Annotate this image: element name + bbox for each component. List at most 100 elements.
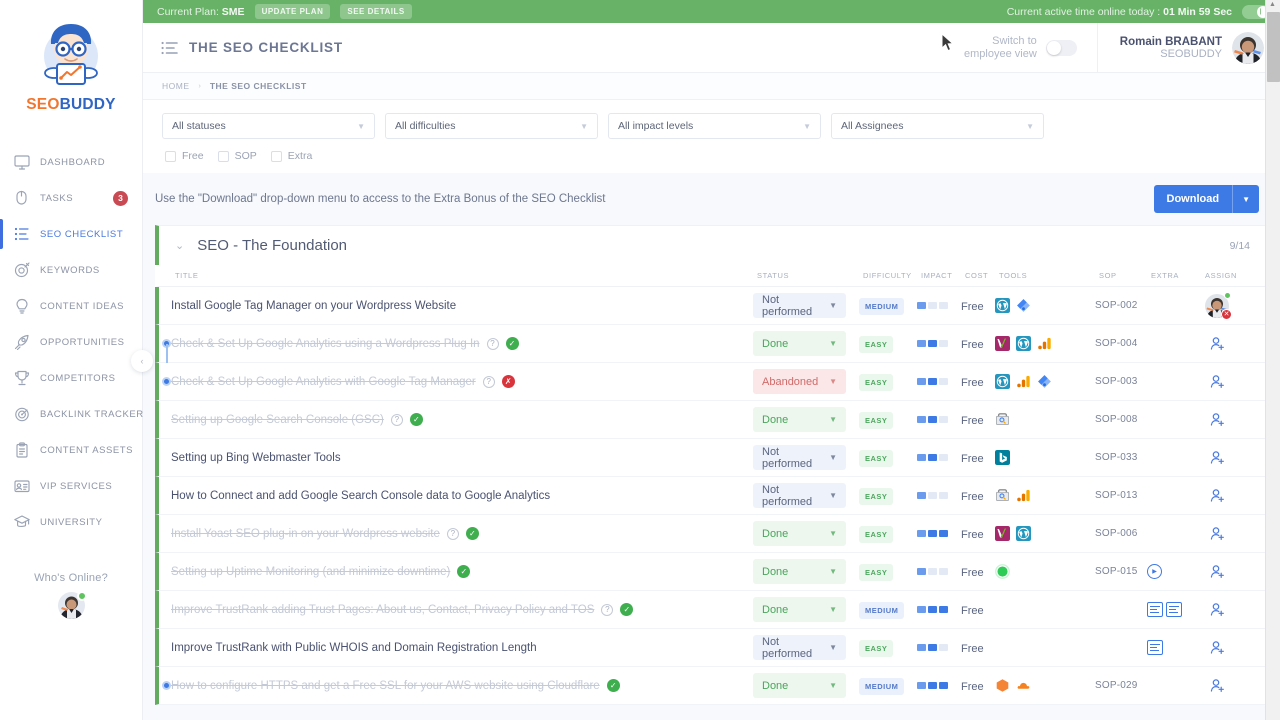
table-row[interactable]: Setting up Bing Webmaster Tools Not perfo… (155, 439, 1268, 477)
sidebar-collapse-button[interactable]: ‹ (131, 350, 153, 372)
assign-user-icon[interactable] (1210, 336, 1225, 351)
sop-code[interactable]: SOP-013 (1095, 490, 1138, 501)
play-video-icon[interactable]: ▶ (1147, 564, 1162, 579)
status-dropdown[interactable]: Abandoned▼ (753, 369, 846, 394)
page-scrollbar[interactable]: ▲ (1265, 0, 1280, 720)
status-dropdown[interactable]: Done▼ (753, 521, 846, 546)
assigned-user-avatar[interactable]: ✕ (1205, 294, 1229, 318)
assign-user-icon[interactable] (1210, 678, 1225, 693)
filter-checkbox-sop[interactable]: SOP (218, 150, 257, 162)
sidebar-item-dashboard[interactable]: DASHBOARD (0, 144, 142, 180)
row-title[interactable]: Setting up Uptime Monitoring (and minimi… (171, 566, 450, 578)
table-row[interactable]: Install Google Tag Manager on your Wordp… (155, 287, 1268, 325)
help-icon[interactable]: ? (487, 338, 499, 350)
employee-view-switch[interactable]: Switch to employee view (944, 23, 1098, 73)
assign-user-icon[interactable] (1210, 526, 1225, 541)
table-row[interactable]: Improve TrustRank adding Trust Pages: Ab… (155, 591, 1268, 629)
row-title[interactable]: Install Google Tag Manager on your Wordp… (171, 300, 456, 312)
sidebar-item-tasks[interactable]: TASKS3 (0, 180, 142, 216)
row-title[interactable]: Install Yoast SEO plug-in on your Wordpr… (171, 528, 440, 540)
filter-checkbox-extra[interactable]: Extra (271, 150, 313, 162)
see-details-button[interactable]: SEE DETAILS (340, 4, 411, 19)
scroll-up-arrow[interactable]: ▲ (1269, 1, 1276, 8)
online-user-avatar[interactable] (58, 592, 85, 619)
assign-user-icon[interactable] (1210, 602, 1225, 617)
sop-code[interactable]: SOP-006 (1095, 528, 1138, 539)
filter-checkbox-free[interactable]: Free (165, 150, 204, 162)
chevron-down-icon[interactable]: ▼ (1232, 185, 1259, 213)
help-icon[interactable]: ? (447, 528, 459, 540)
avatar[interactable] (1232, 32, 1264, 64)
filter-select-all-statuses[interactable]: All statuses▼ (162, 113, 375, 139)
checkbox-box[interactable] (165, 151, 176, 162)
scrollbar-thumb[interactable] (1267, 12, 1280, 82)
table-row[interactable]: Check & Set Up Google Analytics using a … (155, 325, 1268, 363)
status-dropdown[interactable]: Done▼ (753, 331, 846, 356)
row-title[interactable]: Check & Set Up Google Analytics using a … (171, 338, 480, 350)
sidebar-item-university[interactable]: UNIVERSITY (0, 504, 142, 540)
checkbox-box[interactable] (271, 151, 282, 162)
table-row[interactable]: Improve TrustRank with Public WHOIS and … (155, 629, 1268, 667)
status-dropdown[interactable]: Not performed▼ (753, 445, 846, 470)
user-menu[interactable]: Romain BRABANT SEOBUDDY (1098, 23, 1280, 73)
sop-code[interactable]: SOP-033 (1095, 452, 1138, 463)
logo[interactable]: SEOBUDDY (0, 0, 142, 124)
sidebar-item-opportunities[interactable]: OPPORTUNITIES (0, 324, 142, 360)
assign-user-icon[interactable] (1210, 450, 1225, 465)
sidebar-item-content-ideas[interactable]: CONTENT IDEAS (0, 288, 142, 324)
sop-code[interactable]: SOP-008 (1095, 414, 1138, 425)
help-icon[interactable]: ? (391, 414, 403, 426)
employee-view-toggle[interactable] (1046, 40, 1077, 56)
assign-user-icon[interactable] (1210, 640, 1225, 655)
row-title[interactable]: Improve TrustRank with Public WHOIS and … (171, 642, 537, 654)
download-button[interactable]: Download ▼ (1154, 185, 1259, 213)
breadcrumb-home[interactable]: HOME (162, 81, 190, 91)
sidebar-item-keywords[interactable]: KEYWORDS (0, 252, 142, 288)
row-title[interactable]: Setting up Google Search Console (GSC) (171, 414, 384, 426)
table-row[interactable]: Setting up Google Search Console (GSC)?✓… (155, 401, 1268, 439)
sop-code[interactable]: SOP-015 (1095, 566, 1138, 577)
help-icon[interactable]: ? (601, 604, 613, 616)
sidebar-item-seo-checklist[interactable]: SEO CHECKLIST (0, 216, 142, 252)
filter-select-all-assignees[interactable]: All Assignees▼ (831, 113, 1044, 139)
sidebar-item-competitors[interactable]: COMPETITORS (0, 360, 142, 396)
help-icon[interactable]: ? (483, 376, 495, 388)
sidebar-item-vip-services[interactable]: VIP SERVICES (0, 468, 142, 504)
status-dropdown[interactable]: Done▼ (753, 597, 846, 622)
assign-user-icon[interactable] (1210, 374, 1225, 389)
status-dropdown[interactable]: Done▼ (753, 559, 846, 584)
table-row[interactable]: Install Yoast SEO plug-in on your Wordpr… (155, 515, 1268, 553)
filter-select-all-difficulties[interactable]: All difficulties▼ (385, 113, 598, 139)
row-title[interactable]: Setting up Bing Webmaster Tools (171, 452, 341, 464)
filter-select-all-impact-levels[interactable]: All impact levels▼ (608, 113, 821, 139)
sop-code[interactable]: SOP-029 (1095, 680, 1138, 691)
table-row[interactable]: How to configure HTTPS and get a Free SS… (155, 667, 1268, 705)
table-row[interactable]: How to Connect and add Google Search Con… (155, 477, 1268, 515)
sop-code[interactable]: SOP-003 (1095, 376, 1138, 387)
extra-document-icon[interactable] (1147, 602, 1163, 617)
table-row[interactable]: Setting up Uptime Monitoring (and minimi… (155, 553, 1268, 591)
assign-user-icon[interactable] (1210, 412, 1225, 427)
status-dropdown[interactable]: Not performed▼ (753, 293, 846, 318)
status-dropdown[interactable]: Not performed▼ (753, 635, 846, 660)
remove-assignee-icon[interactable]: ✕ (1221, 309, 1232, 320)
section-header[interactable]: ⌄ SEO - The Foundation 9/14 (155, 225, 1268, 265)
sop-code[interactable]: SOP-002 (1095, 300, 1138, 311)
row-title[interactable]: Check & Set Up Google Analytics with Goo… (171, 376, 476, 388)
sop-code[interactable]: SOP-004 (1095, 338, 1138, 349)
sidebar-item-content-assets[interactable]: CONTENT ASSETS (0, 432, 142, 468)
checkbox-box[interactable] (218, 151, 229, 162)
row-title[interactable]: How to Connect and add Google Search Con… (171, 490, 550, 502)
assign-user-icon[interactable] (1210, 564, 1225, 579)
assign-user-icon[interactable] (1210, 488, 1225, 503)
status-dropdown[interactable]: Done▼ (753, 407, 846, 432)
update-plan-button[interactable]: UPDATE PLAN (255, 4, 331, 19)
status-dropdown[interactable]: Done▼ (753, 673, 846, 698)
extra-document-icon[interactable] (1147, 640, 1163, 655)
chevron-down-icon[interactable]: ⌄ (175, 239, 184, 252)
row-title[interactable]: Improve TrustRank adding Trust Pages: Ab… (171, 604, 594, 616)
table-row[interactable]: Check & Set Up Google Analytics with Goo… (155, 363, 1268, 401)
status-dropdown[interactable]: Not performed▼ (753, 483, 846, 508)
row-title[interactable]: How to configure HTTPS and get a Free SS… (171, 680, 600, 692)
extra-document-icon[interactable] (1166, 602, 1182, 617)
